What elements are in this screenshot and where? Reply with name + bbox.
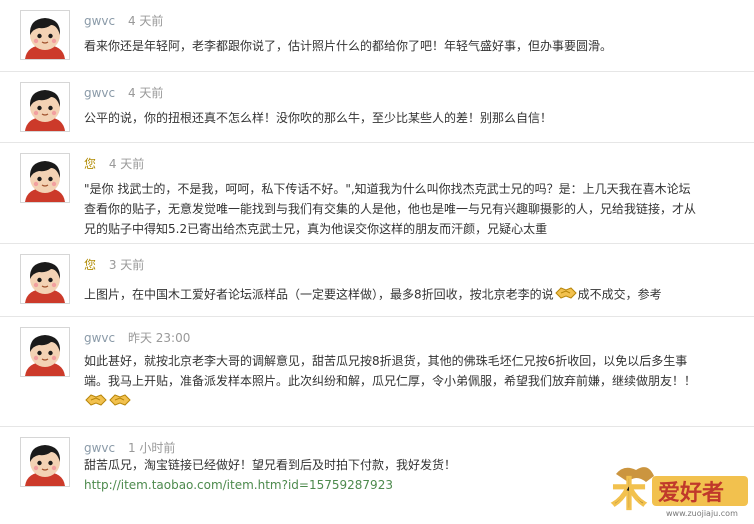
comment-item: gwvc 昨天 23:00 如此甚好，就按北京老李大哥的调解意见，甜苦瓜兄按8折… — [0, 317, 754, 427]
comment-time: 4 天前 — [127, 86, 164, 100]
comment-item: 您 4 天前 "是你 找武士的，不是我，呵呵，私下传话不好。",知道我为什么叫你… — [0, 143, 754, 244]
avatar-cartoon-icon — [25, 18, 65, 59]
comment-time: 4 天前 — [108, 157, 145, 171]
comment-time: 4 天前 — [127, 14, 164, 28]
avatar[interactable] — [20, 10, 70, 60]
comment-author[interactable]: 您 — [84, 157, 96, 171]
avatar-cartoon-icon — [25, 161, 65, 202]
comment-meta: 您 4 天前 — [84, 155, 144, 172]
handshake-icon — [109, 391, 131, 413]
comment-time: 昨天 23:00 — [127, 331, 191, 345]
avatar-cartoon-icon — [25, 335, 65, 376]
avatar[interactable] — [20, 254, 70, 304]
comment-text: 查看你的贴子，无意发觉唯一能找到与我们有交集的人是他，他也是唯一与兄有兴趣聊摄影… — [84, 202, 697, 216]
comment-text-before: 上图片，在中国木工爱好者论坛派样品（一定要这样做），最多8折回收，按北京老李的说 — [84, 287, 554, 302]
comment-body: "是你 找武士的，不是我，呵呵，私下传话不好。",知道我为什么叫你找杰克武士兄的… — [84, 179, 699, 239]
comment-author[interactable]: gwvc — [84, 331, 115, 345]
comment-text: 端。我马上开贴，准备派发样本照片。此次纠纷和解，瓜兄仁厚，令小弟佩服，希望我们放… — [84, 374, 697, 388]
comment-text: 公平的说，你的扭根还真不怎么样！没你吹的那么牛，至少比某些人的差！别那么自信！ — [84, 111, 553, 125]
comment-author[interactable]: 您 — [84, 258, 96, 272]
avatar-cartoon-icon — [25, 445, 65, 486]
watermark-title: 爱好者 — [658, 480, 724, 506]
handshake-icon — [554, 284, 577, 306]
comment-author[interactable]: gwvc — [84, 86, 115, 100]
comment-time: 1 小时前 — [127, 441, 176, 455]
site-watermark-logo: 木 爱好者 www.zuojiaju.com — [606, 460, 754, 520]
comment-body: 公平的说，你的扭根还真不怎么样！没你吹的那么牛，至少比某些人的差！别那么自信！ — [84, 108, 699, 128]
comment-text-after: 成不成交，参考 — [577, 287, 662, 302]
comment-body: 上图片，在中国木工爱好者论坛派样品（一定要这样做），最多8折回收，按北京老李的说… — [84, 284, 699, 306]
comment-body: 如此甚好，就按北京老李大哥的调解意见，甜苦瓜兄按8折退货，其他的佛珠毛坯仁兄按6… — [84, 351, 699, 413]
avatar[interactable] — [20, 437, 70, 487]
avatar[interactable] — [20, 153, 70, 203]
comment-text: 如此甚好，就按北京老李大哥的调解意见，甜苦瓜兄按8折退货，其他的佛珠毛坯仁兄按6… — [84, 354, 688, 368]
comment-author[interactable]: gwvc — [84, 14, 115, 28]
comment-meta: gwvc 昨天 23:00 — [84, 329, 190, 346]
watermark-url: www.zuojiaju.com — [666, 509, 738, 518]
handshake-icon — [85, 391, 107, 413]
comment-text: 看来你还是年轻阿，老李都跟你说了，估计照片什么的都给你了吧！年轻气盛好事，但办事… — [84, 39, 613, 53]
comment-text: 上图片，在中国木工爱好者论坛派样品（一定要这样做），最多8折回收，按北京老李的说… — [84, 284, 699, 306]
comment-item: 您 3 天前 上图片，在中国木工爱好者论坛派样品（一定要这样做），最多8折回收，… — [0, 244, 754, 317]
taobao-link[interactable]: http://item.taobao.com/item.htm?id=15759… — [84, 478, 393, 492]
avatar-cartoon-icon — [25, 90, 65, 131]
comment-item: gwvc 4 天前 看来你还是年轻阿，老李都跟你说了，估计照片什么的都给你了吧！… — [0, 0, 754, 72]
watermark-char: 木 — [611, 475, 646, 515]
avatar[interactable] — [20, 327, 70, 377]
comment-text: 兄的贴子中得知5.2已寄出给杰克武士兄，真为他误交你这样的朋友而汗颜，兄疑心太重 — [84, 222, 548, 236]
comment-author[interactable]: gwvc — [84, 441, 115, 455]
comment-text: "是你 找武士的，不是我，呵呵，私下传话不好。",知道我为什么叫你找杰克武士兄的… — [84, 182, 691, 196]
comment-meta: gwvc 1 小时前 — [84, 439, 175, 456]
comment-time: 3 天前 — [108, 258, 145, 272]
avatar-cartoon-icon — [25, 262, 65, 303]
comment-meta: 您 3 天前 — [84, 256, 144, 273]
avatar[interactable] — [20, 82, 70, 132]
comment-body: 看来你还是年轻阿，老李都跟你说了，估计照片什么的都给你了吧！年轻气盛好事，但办事… — [84, 36, 699, 56]
comment-item: gwvc 4 天前 公平的说，你的扭根还真不怎么样！没你吹的那么牛，至少比某些人… — [0, 72, 754, 143]
comment-meta: gwvc 4 天前 — [84, 84, 163, 101]
comment-meta: gwvc 4 天前 — [84, 12, 163, 29]
comment-emoji-row — [84, 391, 699, 413]
